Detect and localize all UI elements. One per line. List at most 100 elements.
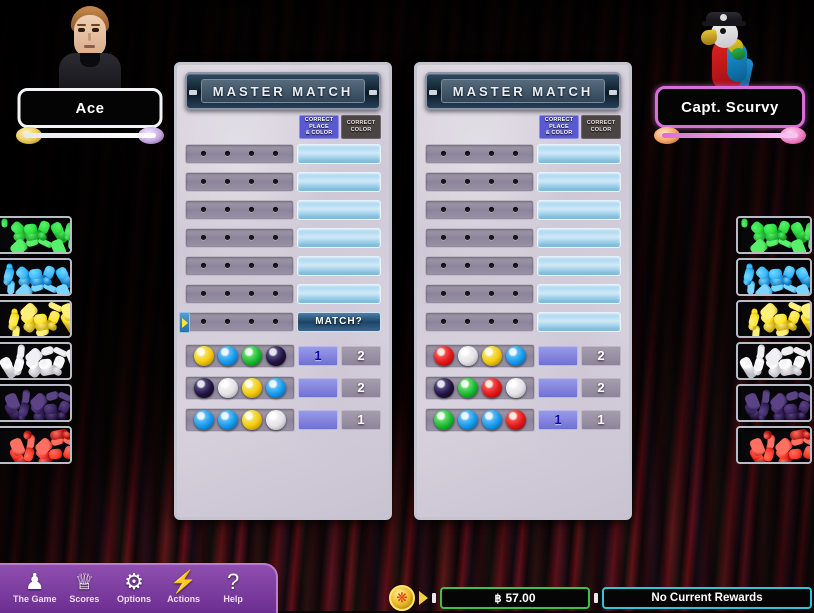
peg-hole[interactable] [201,151,207,156]
peg-hole[interactable] [225,319,231,324]
peg-tray-blue[interactable] [0,258,72,296]
peg-hole[interactable] [488,263,494,268]
peg-tray-white[interactable] [0,342,72,380]
peg-slots[interactable] [425,255,534,276]
peg-slots[interactable] [185,255,294,276]
peg-hole[interactable] [512,291,518,296]
peg-hole[interactable] [441,207,447,212]
peg-hole[interactable] [441,263,447,268]
toolbar-item-help[interactable]: ? Help [210,571,256,605]
guess-row-empty[interactable] [425,308,621,335]
peg-tray-red[interactable] [736,426,812,464]
guess-row-empty[interactable] [425,140,621,167]
peg-slots[interactable] [185,143,294,164]
rewards-display[interactable]: No Current Rewards [602,587,812,609]
peg-hole[interactable] [272,151,278,156]
peg-hole[interactable] [465,263,471,268]
guess-row-active[interactable]: MATCH? [179,308,381,335]
guess-row-empty[interactable] [185,196,381,223]
peg-hole[interactable] [248,319,254,324]
peg-hole[interactable] [225,291,231,296]
peg-hole[interactable] [272,207,278,212]
peg-hole[interactable] [465,235,471,240]
guess-row-empty[interactable] [185,280,381,307]
peg-hole[interactable] [488,179,494,184]
peg-tray-yellow[interactable] [0,300,72,338]
peg-hole[interactable] [512,207,518,212]
peg-hole[interactable] [441,179,447,184]
peg-hole[interactable] [201,319,207,324]
peg-hole[interactable] [488,319,494,324]
peg-hole[interactable] [272,291,278,296]
peg-slots-active[interactable] [185,311,294,332]
peg-hole[interactable] [248,151,254,156]
peg-hole[interactable] [512,319,518,324]
peg-hole[interactable] [441,235,447,240]
peg-hole[interactable] [248,235,254,240]
peg-tray-green[interactable] [0,216,72,254]
peg-hole[interactable] [225,235,231,240]
peg-hole[interactable] [488,235,494,240]
peg-hole[interactable] [465,207,471,212]
peg-hole[interactable] [441,151,447,156]
peg-hole[interactable] [272,179,278,184]
guess-row-empty[interactable] [185,140,381,167]
peg-hole[interactable] [488,291,494,296]
peg-hole[interactable] [465,179,471,184]
peg-hole[interactable] [512,179,518,184]
balance-display[interactable]: ฿ 57.00 [440,587,590,609]
peg-slots[interactable] [425,171,534,192]
peg-hole[interactable] [272,319,278,324]
peg-hole[interactable] [248,291,254,296]
guess-row-empty[interactable] [425,280,621,307]
peg-hole[interactable] [225,179,231,184]
toolbar-item-actions[interactable]: ⚡ Actions [161,571,207,605]
peg-tray-purple[interactable] [736,384,812,422]
peg-hole[interactable] [248,207,254,212]
guess-row-empty[interactable] [425,252,621,279]
peg-tray-purple[interactable] [0,384,72,422]
toolbar-item-scores[interactable]: ♕ Scores [61,571,107,605]
peg-hole[interactable] [441,291,447,296]
peg-slots[interactable] [425,227,534,248]
guess-row-empty[interactable] [425,196,621,223]
peg-hole[interactable] [512,235,518,240]
peg-tray-yellow[interactable] [736,300,812,338]
peg-hole[interactable] [465,291,471,296]
guess-row-empty[interactable] [185,252,381,279]
peg-slots[interactable] [425,199,534,220]
guess-row-empty[interactable] [185,224,381,251]
guess-row-empty[interactable] [425,168,621,195]
peg-slots[interactable] [185,227,294,248]
peg-hole[interactable] [201,235,207,240]
toolbar-item-options[interactable]: ⚙ Options [111,571,157,605]
guess-row-empty[interactable] [425,224,621,251]
peg-hole[interactable] [272,235,278,240]
peg-hole[interactable] [272,263,278,268]
peg-hole[interactable] [225,151,231,156]
peg-hole[interactable] [488,207,494,212]
peg-hole[interactable] [512,263,518,268]
peg-hole[interactable] [465,319,471,324]
peg-hole[interactable] [488,151,494,156]
peg-hole[interactable] [201,291,207,296]
guess-row-empty[interactable] [185,168,381,195]
peg-hole[interactable] [441,319,447,324]
peg-tray-red[interactable] [0,426,72,464]
peg-hole[interactable] [248,179,254,184]
match-button[interactable]: MATCH? [297,311,381,332]
peg-slots[interactable] [185,171,294,192]
peg-slots[interactable] [425,143,534,164]
peg-slots[interactable] [185,199,294,220]
toolbar-item-the-game[interactable]: ♟ The Game [12,571,58,605]
peg-hole[interactable] [201,179,207,184]
peg-hole[interactable] [248,263,254,268]
peg-hole[interactable] [225,207,231,212]
peg-slots[interactable] [425,283,534,304]
peg-tray-blue[interactable] [736,258,812,296]
peg-slots[interactable] [185,283,294,304]
peg-slots[interactable] [425,311,534,332]
peg-hole[interactable] [512,151,518,156]
peg-hole[interactable] [465,151,471,156]
peg-hole[interactable] [201,207,207,212]
